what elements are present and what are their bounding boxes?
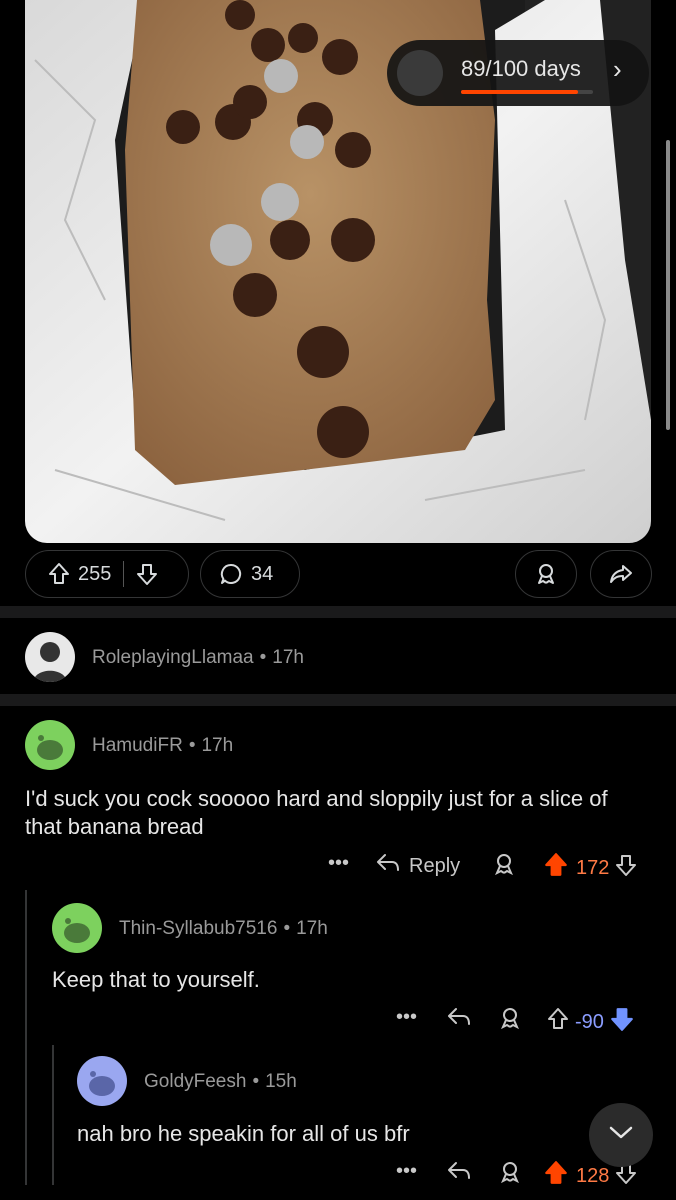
upvote-icon[interactable]	[48, 562, 70, 586]
downvote-icon[interactable]	[136, 562, 158, 586]
share-button[interactable]	[590, 550, 652, 598]
reply-label: Reply	[409, 854, 461, 877]
streak-progress-bar	[461, 90, 593, 94]
more-options-button[interactable]: •••	[396, 1160, 417, 1183]
downvote-icon[interactable]	[610, 1006, 634, 1038]
avatar[interactable]	[25, 720, 75, 770]
thread-line[interactable]	[25, 890, 27, 1185]
avatar[interactable]	[25, 632, 75, 682]
comment-header: Thin-Syllabub7516 • 17h	[119, 918, 328, 939]
streak-progress-fill	[461, 90, 579, 94]
comment-body: nah bro he speakin for all of us bfr	[77, 1121, 410, 1146]
comment-header: GoldyFeesh • 15h	[144, 1071, 297, 1092]
avatar[interactable]	[52, 903, 102, 953]
streak-avatar	[397, 50, 443, 96]
comment-body: Keep that to yourself.	[52, 967, 260, 992]
award-icon	[498, 1160, 522, 1190]
scrollbar-thumb[interactable]	[666, 140, 670, 430]
chevron-right-icon: ›	[613, 54, 622, 84]
vote-count: 172	[576, 856, 610, 879]
upvote-icon[interactable]	[547, 1007, 569, 1037]
award-icon	[498, 1006, 522, 1036]
next-comment-button[interactable]	[589, 1103, 653, 1167]
streak-label: 89/100 days	[461, 56, 581, 81]
reply-button[interactable]	[446, 1006, 472, 1034]
timestamp: 15h	[265, 1071, 297, 1092]
username[interactable]: GoldyFeesh	[144, 1071, 246, 1092]
award-button[interactable]	[498, 1160, 522, 1190]
share-icon	[609, 562, 633, 586]
comments-button[interactable]: 34	[200, 550, 300, 598]
reply-icon	[375, 852, 401, 880]
username[interactable]: RoleplayingLlamaa	[92, 647, 254, 668]
section-divider	[0, 606, 676, 618]
username[interactable]: Thin-Syllabub7516	[119, 918, 277, 939]
timestamp: 17h	[272, 647, 304, 668]
reply-button[interactable]	[446, 1160, 472, 1188]
avatar[interactable]	[77, 1056, 127, 1106]
more-options-button[interactable]: •••	[328, 852, 349, 875]
thread-line[interactable]	[52, 1045, 54, 1185]
upvote-count: 255	[78, 562, 112, 585]
chevron-down-icon	[608, 1125, 634, 1146]
comment-header: HamudiFR • 17h	[92, 735, 234, 756]
award-button[interactable]	[498, 1006, 522, 1036]
username[interactable]: HamudiFR	[92, 735, 183, 756]
reply-icon	[446, 1006, 472, 1034]
timestamp: 17h	[201, 735, 234, 756]
downvote-icon[interactable]	[615, 853, 637, 883]
vote-count: -90	[575, 1010, 604, 1033]
more-options-button[interactable]: •••	[396, 1006, 417, 1029]
comment-count: 34	[251, 562, 274, 585]
comment-header: RoleplayingLlamaa • 17h	[92, 647, 304, 668]
vote-separator	[123, 561, 125, 587]
section-divider	[0, 694, 676, 706]
vote-count: 128	[576, 1164, 610, 1187]
comment-icon	[219, 562, 243, 586]
award-button[interactable]	[492, 852, 516, 882]
comment-body: I'd suck you cock sooooo hard and sloppi…	[25, 786, 608, 839]
reply-button[interactable]: Reply	[375, 852, 460, 880]
streak-pill[interactable]: 89/100 days ›	[387, 40, 649, 106]
upvote-icon[interactable]	[544, 852, 568, 884]
award-icon	[492, 852, 516, 882]
award-button[interactable]	[515, 550, 577, 598]
timestamp: 17h	[296, 918, 328, 939]
vote-controls: 172	[544, 852, 637, 884]
upvote-icon[interactable]	[544, 1160, 568, 1192]
vote-pill: 255	[25, 550, 189, 598]
reply-icon	[446, 1160, 472, 1188]
award-icon	[534, 562, 558, 586]
vote-controls: -90	[547, 1006, 634, 1038]
